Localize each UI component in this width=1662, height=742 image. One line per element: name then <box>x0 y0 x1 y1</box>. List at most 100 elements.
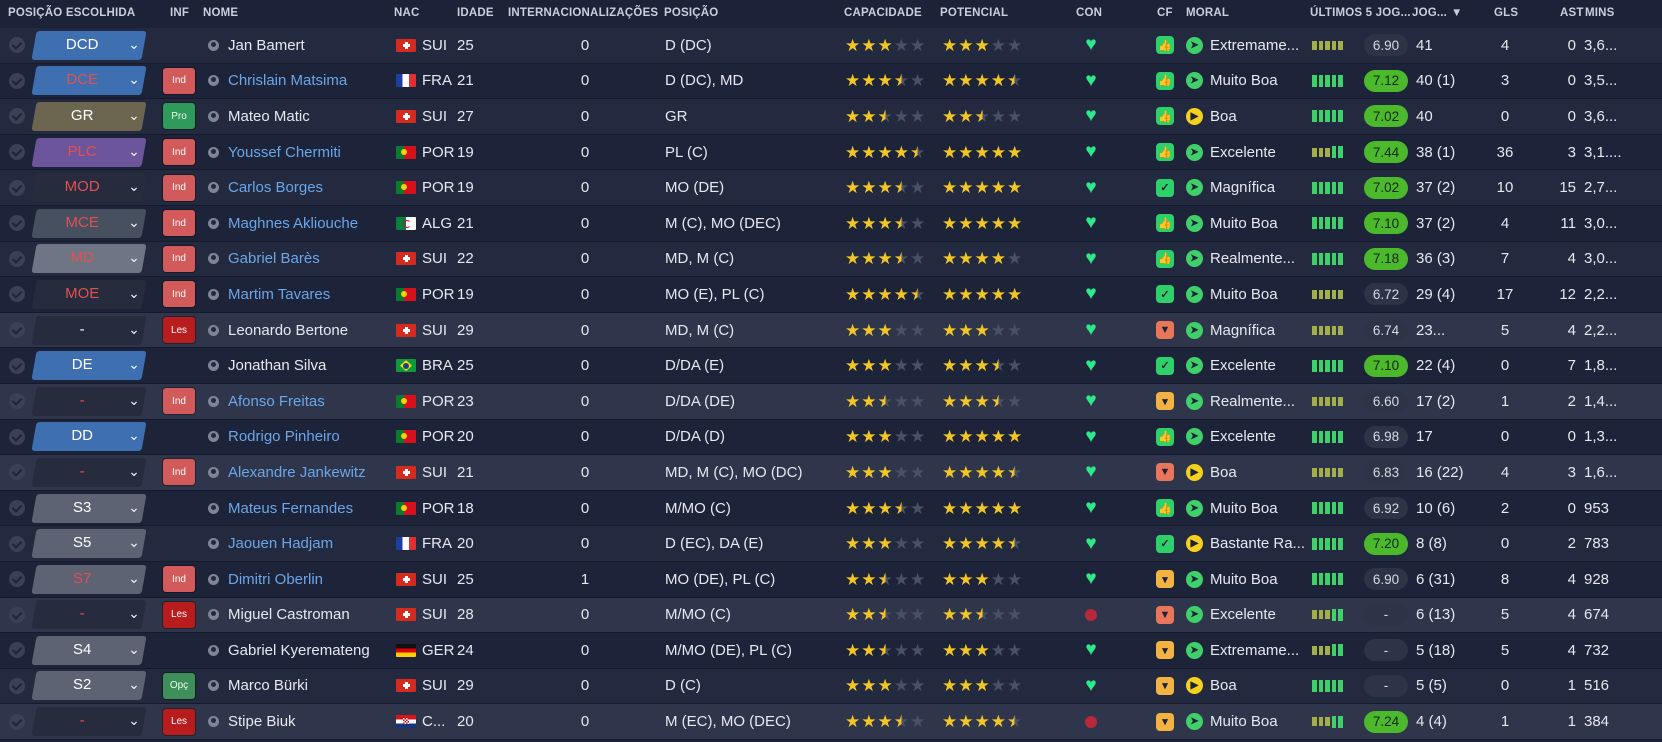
header-ast[interactable]: AST <box>1560 7 1584 19</box>
table-row[interactable]: DE ⌄ Jonathan Silva BRA 25 0 D/DA (E) ★ ★ ★ ★ ★ ★ ★ ★ ★… <box>0 348 1662 384</box>
info-badge[interactable]: Les <box>163 601 195 628</box>
position-selector[interactable]: - ⌄ <box>30 313 154 348</box>
select-checkbox[interactable] <box>6 384 28 419</box>
select-checkbox[interactable] <box>6 242 28 277</box>
position-selector[interactable]: - ⌄ <box>30 455 154 490</box>
select-checkbox[interactable] <box>6 455 28 490</box>
info-badge[interactable]: Pro <box>163 103 195 130</box>
header-pos[interactable]: POSIÇÃO ESCOLHIDA <box>8 7 135 19</box>
position-selector[interactable]: DE ⌄ <box>30 348 154 383</box>
table-row[interactable]: - ⌄ Ind Alexandre Jankewitz SUI 21 0 MD, M (C),… <box>0 455 1662 491</box>
header-age[interactable]: IDADE <box>457 7 494 19</box>
select-checkbox[interactable] <box>6 28 28 63</box>
table-row[interactable]: S2 ⌄ Opç Marco Bürki SUI 29 0 D (C) ★ ★ ★ ★ ★ ★ ★ ★ ★ ★ ♥ ▾… <box>0 668 1662 705</box>
player-name-text[interactable]: Rodrigo Pinheiro <box>228 428 340 445</box>
header-inf[interactable]: INF <box>170 7 189 19</box>
select-checkbox[interactable] <box>6 64 28 99</box>
player-name[interactable]: Mateus Fernandes <box>208 491 353 526</box>
table-row[interactable]: MCE ⌄ Ind Maghnes Akliouche ALG 21 0 M (C), MO … <box>0 205 1662 242</box>
position-selector[interactable]: MOE ⌄ <box>30 277 154 312</box>
position-selector[interactable]: MOD ⌄ <box>30 170 154 205</box>
position-selector[interactable]: S4 ⌄ <box>30 633 154 668</box>
header-con[interactable]: CON <box>1076 7 1102 19</box>
select-checkbox[interactable] <box>6 633 28 668</box>
header-caps[interactable]: INTERNACIONALIZAÇÕES <box>508 7 658 19</box>
select-checkbox[interactable] <box>6 704 28 739</box>
table-row[interactable]: S7 ⌄ Ind Dimitri Oberlin SUI 25 1 MO (DE), PL (… <box>0 561 1662 598</box>
player-name-text[interactable]: Mateo Matic <box>228 108 310 125</box>
table-row[interactable]: S5 ⌄ Jaouen Hadjam FRA 20 0 D (EC), DA (E) ★ ★ ★ ★… <box>0 526 1662 562</box>
player-name-text[interactable]: Afonso Freitas <box>228 393 325 410</box>
header-jog[interactable]: JOG... <box>1412 7 1447 19</box>
player-name[interactable]: Afonso Freitas <box>208 384 325 419</box>
table-row[interactable]: S4 ⌄ Gabriel Kyeremateng GER 24 0 M/MO (DE), P… <box>0 633 1662 669</box>
position-selector[interactable]: - ⌄ <box>30 384 154 419</box>
table-row[interactable]: DCD ⌄ Jan Bamert SUI 25 0 D (DC) ★ ★ ★ ★ ★ ★ ★ ★ ★ ★ ♥ 👍 ➤ E… <box>0 28 1662 64</box>
player-name[interactable]: Carlos Borges <box>208 170 323 205</box>
player-name[interactable]: Maghnes Akliouche <box>208 206 358 241</box>
select-checkbox[interactable] <box>6 491 28 526</box>
position-selector[interactable]: MD ⌄ <box>30 242 154 277</box>
player-name[interactable]: Marco Bürki <box>208 669 308 704</box>
sort-desc-icon[interactable]: ▼ <box>1451 7 1463 19</box>
player-name-text[interactable]: Gabriel Kyeremateng <box>228 642 370 659</box>
position-selector[interactable]: - ⌄ <box>30 704 154 739</box>
position-selector[interactable]: PLC ⌄ <box>30 135 154 170</box>
player-name[interactable]: Mateo Matic <box>208 99 310 134</box>
info-badge[interactable]: Les <box>163 317 195 344</box>
player-name[interactable]: Dimitri Oberlin <box>208 562 323 597</box>
info-badge[interactable]: Opç <box>163 672 195 699</box>
header-position[interactable]: POSIÇÃO <box>664 7 718 19</box>
player-name[interactable]: Alexandre Jankewitz <box>208 455 366 490</box>
player-name-text[interactable]: Alexandre Jankewitz <box>228 464 366 481</box>
table-row[interactable]: MOE ⌄ Ind Martim Tavares POR 19 0 MO (E), PL (C… <box>0 277 1662 313</box>
select-checkbox[interactable] <box>6 135 28 170</box>
select-checkbox[interactable] <box>6 206 28 241</box>
player-name[interactable]: Stipe Biuk <box>208 704 296 739</box>
table-row[interactable]: MD ⌄ Ind Gabriel Barès SUI 22 0 MD, M (C) ★ ★ ★ ★ ★ ★… <box>0 241 1662 278</box>
player-name[interactable]: Gabriel Kyeremateng <box>208 633 370 668</box>
position-selector[interactable]: GR ⌄ <box>30 99 154 134</box>
player-name[interactable]: Leonardo Bertone <box>208 313 348 348</box>
player-name-text[interactable]: Martim Tavares <box>228 286 330 303</box>
player-name-text[interactable]: Maghnes Akliouche <box>228 215 358 232</box>
position-selector[interactable]: S5 ⌄ <box>30 526 154 561</box>
player-name[interactable]: Miguel Castroman <box>208 598 350 633</box>
player-name-text[interactable]: Jaouen Hadjam <box>228 535 333 552</box>
position-selector[interactable]: DCD ⌄ <box>30 28 154 63</box>
select-checkbox[interactable] <box>6 99 28 134</box>
table-row[interactable]: DD ⌄ Rodrigo Pinheiro POR 20 0 D/DA (D) ★ ★ ★ ★ ★ ★ ★… <box>0 419 1662 456</box>
info-badge[interactable]: Ind <box>163 459 195 486</box>
table-row[interactable]: DCE ⌄ Ind Chrislain Matsima FRA 21 0 D (DC), MD… <box>0 63 1662 100</box>
table-row[interactable]: - ⌄ Les Leonardo Bertone SUI 29 0 MD, M (C) ★ ★ ★ ★… <box>0 312 1662 349</box>
info-badge[interactable]: Les <box>163 708 195 735</box>
player-name-text[interactable]: Jan Bamert <box>228 37 305 54</box>
player-name-text[interactable]: Chrislain Matsima <box>228 72 347 89</box>
select-checkbox[interactable] <box>6 420 28 455</box>
player-name[interactable]: Rodrigo Pinheiro <box>208 420 340 455</box>
select-checkbox[interactable] <box>6 313 28 348</box>
player-name-text[interactable]: Marco Bürki <box>228 677 308 694</box>
select-checkbox[interactable] <box>6 348 28 383</box>
header-cf[interactable]: CF <box>1157 7 1173 19</box>
header-moral[interactable]: MORAL <box>1186 7 1229 19</box>
player-name-text[interactable]: Gabriel Barès <box>228 250 320 267</box>
select-checkbox[interactable] <box>6 170 28 205</box>
header-potential[interactable]: POTENCIAL <box>940 7 1008 19</box>
player-name[interactable]: Martim Tavares <box>208 277 330 312</box>
position-selector[interactable]: S3 ⌄ <box>30 491 154 526</box>
header-capacity[interactable]: CAPACIDADE <box>844 7 922 19</box>
select-checkbox[interactable] <box>6 598 28 633</box>
position-selector[interactable]: S7 ⌄ <box>30 562 154 597</box>
position-selector[interactable]: MCE ⌄ <box>30 206 154 241</box>
table-row[interactable]: MOD ⌄ Ind Carlos Borges POR 19 0 MO (DE) ★ ★ ★ ★ ★ ★ ★… <box>0 170 1662 206</box>
player-name-text[interactable]: Jonathan Silva <box>228 357 326 374</box>
header-name[interactable]: NOME <box>203 7 238 19</box>
table-row[interactable]: - ⌄ Ind Afonso Freitas POR 23 0 D/DA (DE) ★ ★ ★ ★ ★ ★… <box>0 383 1662 420</box>
select-checkbox[interactable] <box>6 526 28 561</box>
header-mins[interactable]: MINS <box>1585 7 1615 19</box>
player-name-text[interactable]: Leonardo Bertone <box>228 322 348 339</box>
header-nac[interactable]: NAC <box>394 7 420 19</box>
player-name-text[interactable]: Youssef Chermiti <box>228 144 341 161</box>
info-badge[interactable]: Ind <box>163 174 195 201</box>
